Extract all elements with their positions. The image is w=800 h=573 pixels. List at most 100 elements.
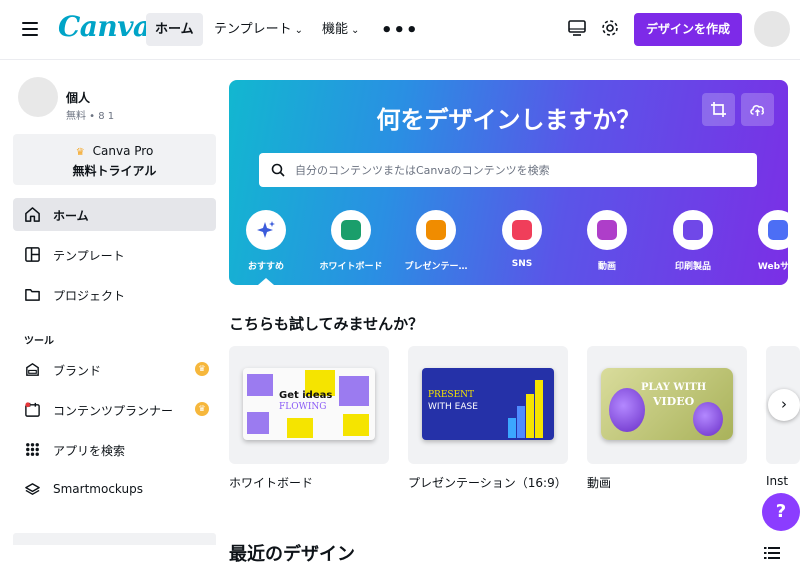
account-meta: 無料 • 8 1 [66,111,115,122]
tools-section-label: ツール [24,336,54,347]
sidebar-item-content-planner[interactable]: コンテンツプランナー ♛ [13,393,216,426]
whiteboard-thumbnail: Get ideas FLOWING [243,368,375,440]
sidebar-item-label: アプリを検索 [53,444,126,458]
selected-category-indicator [258,278,274,285]
bar-shape [535,380,543,438]
category-label: プレゼンテー… [404,262,468,272]
nav-templates[interactable]: テンプレート ⌄ [205,13,312,46]
category-sns[interactable]: SNS [482,210,562,269]
heart-icon [502,210,542,250]
sidebar-item-brand[interactable]: ブランド ♛ [13,353,216,386]
bar-shape [526,394,534,438]
sidebar-item-templates[interactable]: テンプレート [13,238,216,271]
thumb-text: FLOWING [279,402,327,412]
sidebar-item-apps[interactable]: アプリを検索 [13,433,216,466]
chevron-down-icon: ⌄ [351,25,360,36]
category-website[interactable]: Webサ… [738,210,788,272]
card-presentation[interactable]: PRESENT WITH EASE [408,346,568,464]
card-video[interactable]: PLAY WITH VIDEO [587,346,747,464]
user-avatar[interactable] [18,77,58,117]
card-instagram-label: Inst [766,474,789,488]
top-bar: Canva ホーム テンプレート ⌄ 機能 ⌄ ••• デザインを作成 [0,0,800,60]
nav-features-label: 機能 [322,22,349,37]
nav-features[interactable]: 機能 ⌄ [313,13,368,46]
card-presentation-label: プレゼンテーション（16:9） [408,476,567,490]
help-button[interactable]: ? [762,493,800,531]
category-label: 動画 [597,262,616,272]
account-avatar[interactable] [754,11,790,47]
sticky-note [247,374,273,396]
presentation-icon [416,210,456,250]
carousel-next-button[interactable]: › [768,389,800,421]
sidebar-item-label: コンテンツプランナー [53,404,174,418]
sidebar-item-projects[interactable]: プロジェクト [13,278,216,311]
card-whiteboard-label: ホワイトボード [229,476,314,490]
sidebar-item-home[interactable]: ホーム [13,198,216,231]
search-bar[interactable] [259,153,757,187]
recent-designs-title: 最近のデザイン [229,544,355,565]
canva-pro-trial-button[interactable]: ♛ Canva Pro 無料トライアル [13,134,216,185]
more-icon[interactable]: ••• [381,20,419,41]
category-presentation[interactable]: プレゼンテー… [396,210,476,272]
category-label: SNS [511,259,533,269]
sidebar-item-label: テンプレート [53,249,125,263]
template-icon [25,247,40,262]
sidebar-item-label: ホーム [53,209,89,223]
printer-icon [673,210,713,250]
search-input[interactable] [295,159,745,181]
resize-crop-button[interactable] [702,93,735,126]
sidebar-item-smartmockups[interactable]: Smartmockups [13,473,216,506]
account-name[interactable]: 個人 [66,89,90,106]
pro-title: ♛ Canva Pro [13,144,216,158]
nav-templates-label: テンプレート [214,22,292,37]
desktop-app-icon[interactable] [567,18,589,40]
home-icon [25,207,40,222]
brand-icon [26,362,39,376]
layers-icon [25,483,40,496]
canva-logo[interactable]: Canva [58,10,151,43]
purple-shape [693,402,723,436]
menu-icon[interactable] [22,22,38,36]
thumb-text: WITH EASE [428,402,478,412]
chevron-right-icon: › [781,395,787,413]
nav-home-label: ホーム [155,22,194,37]
category-label: おすすめ [247,262,284,272]
sticky-note [339,376,369,406]
sidebar: 個人 無料 • 8 1 ♛ Canva Pro 無料トライアル ホーム テンプレー… [0,61,228,573]
category-label: Webサ… [757,262,788,272]
thumb-text: Get ideas [279,390,333,401]
sticky-note [287,418,313,438]
card-whiteboard[interactable]: Get ideas FLOWING [229,346,389,464]
chevron-down-icon: ⌄ [294,25,304,36]
presentation-thumbnail: PRESENT WITH EASE [422,368,554,440]
calendar-icon [25,402,40,417]
category-label: ホワイトボード [319,262,383,272]
folder-icon [25,289,40,301]
card-video-label: 動画 [587,476,612,490]
create-design-button[interactable]: デザインを作成 [634,13,742,46]
category-print[interactable]: 印刷製品 [653,210,733,272]
apps-grid-icon [26,443,39,456]
category-video[interactable]: 動画 [567,210,647,272]
thumb-text: PLAY WITH [641,382,707,393]
category-whiteboard[interactable]: ホワイトボード [311,210,391,272]
search-icon [271,163,285,177]
sidebar-item-label: ブランド [53,364,102,378]
list-view-icon[interactable] [764,545,780,564]
sticky-note [247,412,269,434]
pro-crown-badge-icon: ♛ [195,402,209,416]
crown-icon: ♛ [75,147,85,158]
nav-home[interactable]: ホーム [146,13,203,46]
sidebar-footer-card[interactable] [13,533,216,545]
bar-shape [508,418,516,438]
upload-button[interactable] [741,93,774,126]
cursor-icon [758,210,788,250]
sidebar-item-label: Smartmockups [53,482,143,496]
sticky-note [343,414,369,436]
sidebar-item-label: プロジェクト [53,289,126,303]
whiteboard-icon [331,210,371,250]
category-recommended[interactable]: おすすめ [229,210,306,272]
pro-subtitle: 無料トライアル [72,164,157,178]
pro-title-text: Canva Pro [92,144,154,158]
settings-gear-icon[interactable] [600,18,622,40]
